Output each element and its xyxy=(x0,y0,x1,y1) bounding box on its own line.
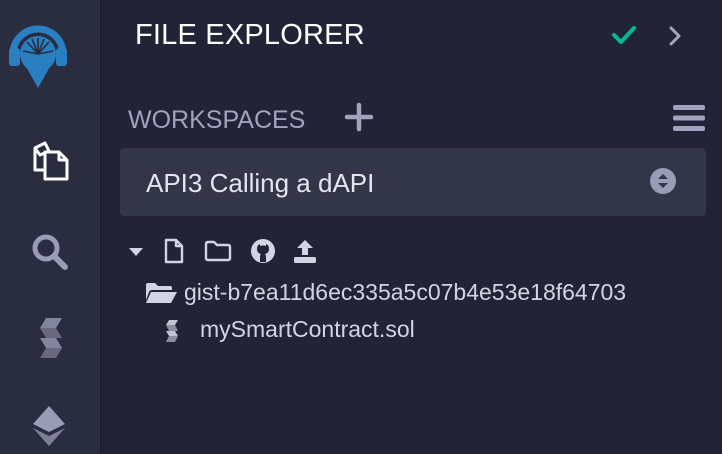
solidity-icon[interactable] xyxy=(37,316,65,360)
ethereum-icon[interactable] xyxy=(27,402,71,446)
workspace-select[interactable]: API3 Calling a dAPI xyxy=(120,148,706,216)
search-icon[interactable] xyxy=(30,232,70,272)
new-folder-icon[interactable] xyxy=(204,240,232,262)
solidity-file-icon xyxy=(166,320,178,342)
folder-name: gist-b7ea11d6ec335a5c07b4e53e18f64703 xyxy=(184,279,627,305)
plus-icon[interactable] xyxy=(344,102,374,132)
select-arrows-icon xyxy=(650,168,676,194)
icon-sidebar xyxy=(0,0,101,454)
tree-folder-row[interactable]: gist-b7ea11d6ec335a5c07b4e53e18f64703 xyxy=(144,279,722,307)
upload-icon[interactable] xyxy=(292,238,318,264)
remix-logo-icon[interactable] xyxy=(7,16,69,90)
folder-open-icon xyxy=(146,283,177,303)
chevron-right-icon[interactable] xyxy=(668,26,682,46)
github-icon[interactable] xyxy=(250,238,276,264)
caret-down-icon[interactable] xyxy=(128,247,144,257)
tree-file-row[interactable]: mySmartContract.sol xyxy=(164,316,564,344)
new-file-icon[interactable] xyxy=(164,238,184,264)
files-icon[interactable] xyxy=(30,140,72,182)
file-name: mySmartContract.sol xyxy=(200,316,415,342)
hamburger-menu-icon[interactable] xyxy=(672,104,706,132)
workspace-selected-value: API3 Calling a dAPI xyxy=(146,168,375,198)
check-icon xyxy=(612,26,636,44)
file-explorer-panel: FILE EXPLORER WORKSPACES API3 Calling a … xyxy=(102,0,722,454)
workspaces-label: WORKSPACES xyxy=(128,106,306,134)
panel-title: FILE EXPLORER xyxy=(135,19,365,51)
remix-ide-window: FILE EXPLORER WORKSPACES API3 Calling a … xyxy=(0,0,722,454)
